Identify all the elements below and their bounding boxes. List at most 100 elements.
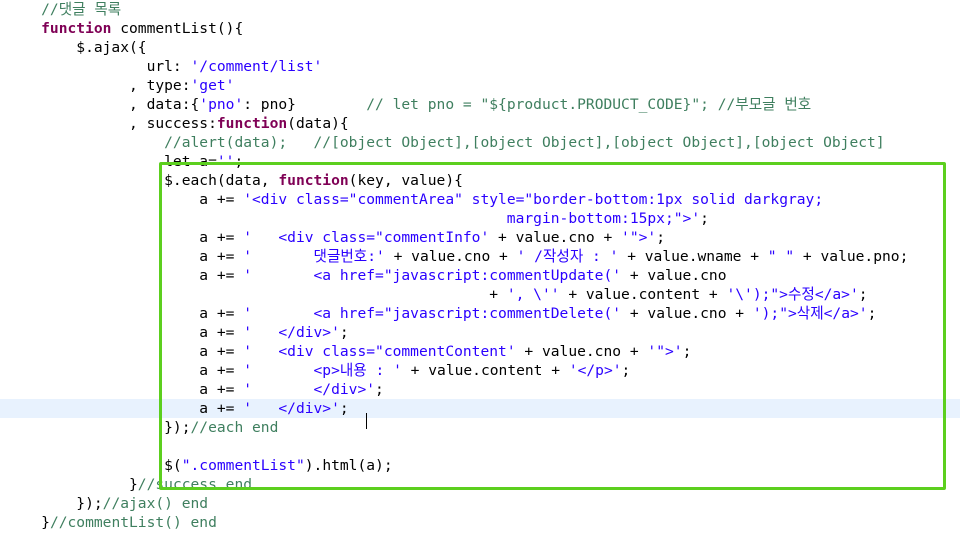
code-token: a += <box>6 343 244 360</box>
code-token: ; <box>700 210 709 227</box>
code-token: ' <a href="javascript:commentUpdate(' <box>243 267 622 284</box>
code-token: a += <box>6 191 244 208</box>
code-line[interactable]: });//each end <box>0 418 960 437</box>
code-line[interactable]: a += ' 댓글번호:' + value.cno + ' /작성자 : ' +… <box>0 247 960 266</box>
code-token: + value.cno + <box>489 229 622 246</box>
code-token: $( <box>6 457 182 474</box>
code-token: + <box>6 286 507 303</box>
code-token: }); <box>6 495 103 512</box>
code-token: commentList(){ <box>111 20 244 37</box>
code-token: ' <div class="commentInfo' <box>243 229 490 246</box>
code-token: function <box>216 115 288 132</box>
code-line[interactable]: url: '/comment/list' <box>0 57 960 76</box>
code-token: function <box>6 20 112 37</box>
code-token: '' <box>216 153 235 170</box>
code-token: //success end <box>137 476 253 493</box>
code-token: ' <p>내용 : ' <box>243 362 402 379</box>
code-token: } <box>6 514 50 531</box>
code-line[interactable]: a += ' <a href="javascript:commentUpdate… <box>0 266 960 285</box>
code-token: } <box>6 476 138 493</box>
code-line[interactable]: a += '<div class="commentArea" style="bo… <box>0 190 960 209</box>
code-token: , type: <box>6 77 191 94</box>
code-token: a += <box>6 305 244 322</box>
code-token: " " <box>767 248 795 265</box>
code-token: 'get' <box>190 77 235 94</box>
code-token: a += <box>6 362 244 379</box>
code-token: ; <box>682 343 692 360</box>
code-token: ' <div class="commentContent' <box>243 343 516 360</box>
code-token: '">' <box>647 343 683 360</box>
code-token: + value.cno <box>621 267 727 284</box>
code-line[interactable] <box>0 437 960 456</box>
code-line[interactable]: //댓글 목록 <box>0 0 960 19</box>
code-token: ; <box>375 381 384 398</box>
code-area[interactable]: //댓글 목록 function commentList(){ $.ajax({… <box>0 0 960 532</box>
code-line[interactable]: , data:{'pno': pno} // let pno = "${prod… <box>0 95 960 114</box>
code-token: a += <box>6 381 244 398</box>
code-token: ; <box>656 229 665 246</box>
code-token: ; <box>339 324 349 341</box>
code-token: function <box>278 172 349 189</box>
code-token: 'pno' <box>199 96 244 113</box>
code-line[interactable]: function commentList(){ <box>0 19 960 38</box>
code-token: $.each(data, <box>6 172 279 189</box>
code-line[interactable]: a += ' <p>내용 : ' + value.content + '</p>… <box>0 361 960 380</box>
code-line[interactable]: a += ' <div class="commentContent' + val… <box>0 342 960 361</box>
code-token: '</p>' <box>568 362 622 379</box>
code-token: //댓글 목록 <box>6 1 122 18</box>
code-line[interactable]: , type:'get' <box>0 76 960 95</box>
code-editor[interactable]: //댓글 목록 function commentList(){ $.ajax({… <box>0 0 960 550</box>
code-token: (data){ <box>287 115 349 132</box>
code-token: }); <box>6 419 191 436</box>
code-line[interactable]: a += ' <a href="javascript:commentDelete… <box>0 304 960 323</box>
code-token: '<div class="commentArea" style="border-… <box>243 191 824 208</box>
code-token: ', \'' <box>506 286 560 303</box>
code-line[interactable]: margin-bottom:15px;">'; <box>0 209 960 228</box>
code-line[interactable]: }//success end <box>0 475 960 494</box>
code-line[interactable]: $(".commentList").html(a); <box>0 456 960 475</box>
code-token: // let pno = "${product.PRODUCT_CODE}"; … <box>366 96 812 113</box>
code-line[interactable]: a += ' </div>'; <box>0 380 960 399</box>
code-line[interactable]: }//commentList() end <box>0 513 960 532</box>
code-token: (key, value){ <box>348 172 463 189</box>
code-token: , success: <box>6 115 217 132</box>
code-token: a += <box>6 229 244 246</box>
code-line[interactable]: let a=''; <box>0 152 960 171</box>
code-token: ' 댓글번호:' <box>243 248 385 265</box>
code-line[interactable]: a += ' </div>'; <box>0 399 960 418</box>
code-token: margin-bottom:15px;">' <box>6 210 701 227</box>
code-token: ".commentList" <box>181 457 305 474</box>
code-token: + value.content + <box>559 286 727 303</box>
code-line[interactable]: + ', \'' + value.content + '\');">수정</a>… <box>0 285 960 304</box>
code-token: '">' <box>621 229 657 246</box>
code-token: + value.pno; <box>794 248 909 265</box>
code-line[interactable]: a += ' </div>'; <box>0 323 960 342</box>
code-token: + value.cno + <box>621 305 753 322</box>
code-token: //ajax() end <box>102 495 209 512</box>
code-token: ; <box>621 362 631 379</box>
code-line[interactable]: //alert(data); //[object Object],[object… <box>0 133 960 152</box>
code-token: ; <box>234 153 244 170</box>
code-token: //commentList() end <box>49 514 217 531</box>
code-token: : pno} <box>243 96 367 113</box>
code-token: + value.content + <box>401 362 569 379</box>
code-token: ' </div>' <box>243 381 376 398</box>
text-caret <box>366 413 367 429</box>
code-line[interactable]: $.each(data, function(key, value){ <box>0 171 960 190</box>
code-token: '/comment/list' <box>190 58 323 75</box>
code-token: a += <box>6 400 244 417</box>
code-token: ).html(a); <box>304 457 393 474</box>
code-token: '\');">수정</a>' <box>726 286 859 303</box>
code-token: //alert(data); //[object Object],[object… <box>6 134 885 151</box>
code-line[interactable]: , success:function(data){ <box>0 114 960 133</box>
code-line[interactable]: $.ajax({ <box>0 38 960 57</box>
code-token: let a= <box>6 153 217 170</box>
code-token: ' /작성자 : ' <box>516 248 619 265</box>
code-token: a += <box>6 248 244 265</box>
code-token: + value.wname + <box>618 248 768 265</box>
code-line[interactable]: a += ' <div class="commentInfo' + value.… <box>0 228 960 247</box>
code-token: a += <box>6 324 244 341</box>
code-line[interactable]: });//ajax() end <box>0 494 960 513</box>
code-token: + value.cno + <box>384 248 517 265</box>
code-token: + value.cno + <box>515 343 648 360</box>
